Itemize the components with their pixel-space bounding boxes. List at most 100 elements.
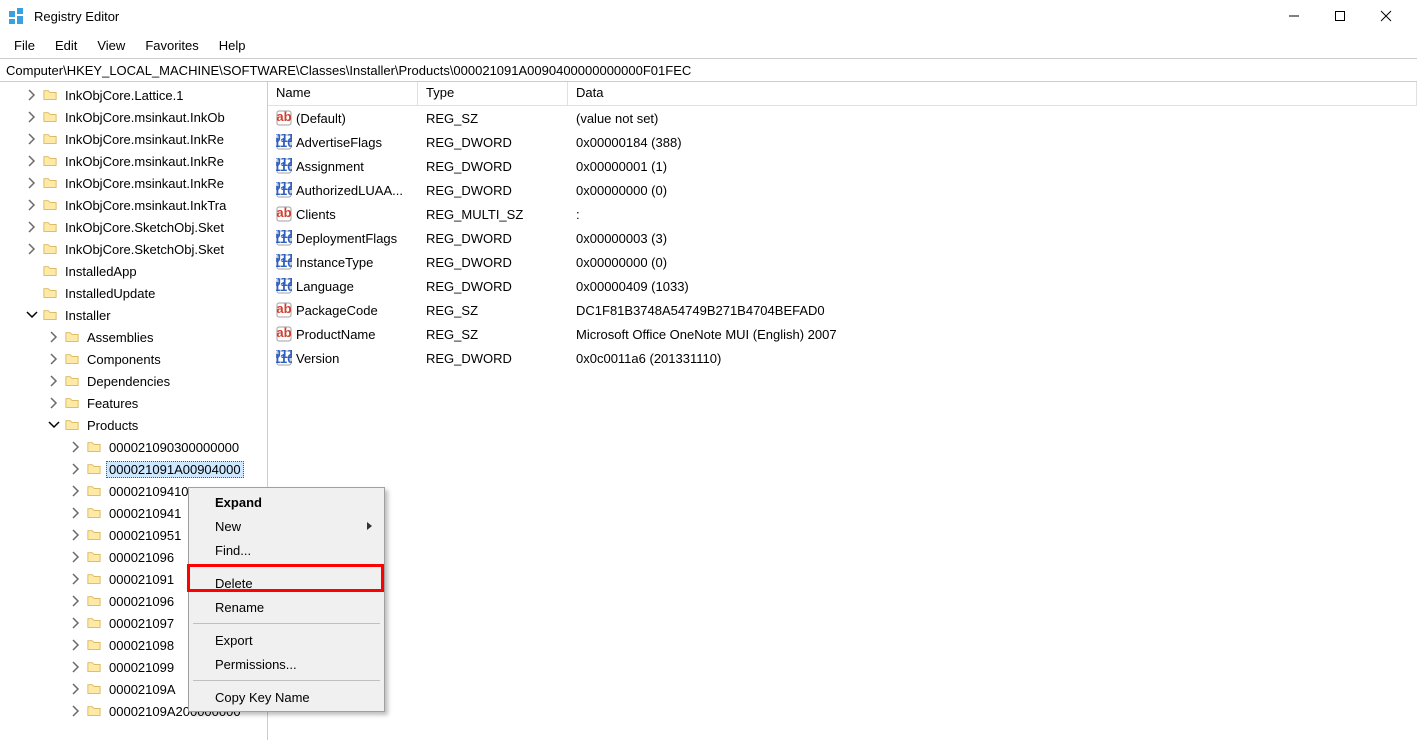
tree-row[interactable]: InkObjCore.msinkaut.InkRe <box>0 150 267 172</box>
chevron-right-icon[interactable] <box>68 637 84 653</box>
chevron-right-icon[interactable] <box>46 351 62 367</box>
context-menu-item[interactable]: Rename <box>191 595 382 619</box>
tree-label: 000021091 <box>106 571 177 588</box>
tree-row[interactable]: InkObjCore.msinkaut.InkOb <box>0 106 267 128</box>
folder-icon <box>42 286 58 300</box>
folder-icon <box>86 682 102 696</box>
chevron-right-icon[interactable] <box>46 395 62 411</box>
menu-help[interactable]: Help <box>209 34 256 57</box>
chevron-right-icon[interactable] <box>46 329 62 345</box>
tree-row[interactable]: Installer <box>0 304 267 326</box>
address-bar[interactable]: Computer\HKEY_LOCAL_MACHINE\SOFTWARE\Cla… <box>0 58 1417 82</box>
tree-row[interactable]: InkObjCore.Lattice.1 <box>0 84 267 106</box>
chevron-right-icon[interactable] <box>46 373 62 389</box>
tree-label: InkObjCore.msinkaut.InkRe <box>62 175 227 192</box>
chevron-down-icon[interactable] <box>24 307 40 323</box>
chevron-right-icon[interactable] <box>68 439 84 455</box>
list-row[interactable]: PackageCodeREG_SZDC1F81B3748A54749B271B4… <box>268 298 1417 322</box>
folder-icon <box>64 330 80 344</box>
minimize-button[interactable] <box>1271 1 1317 31</box>
cell-data: 0x00000000 (0) <box>568 255 1417 270</box>
chevron-right-icon[interactable] <box>68 593 84 609</box>
list-row[interactable]: (Default)REG_SZ(value not set) <box>268 106 1417 130</box>
context-menu-item[interactable]: Export <box>191 628 382 652</box>
tree-row[interactable]: InkObjCore.msinkaut.InkRe <box>0 128 267 150</box>
chevron-right-icon[interactable] <box>68 681 84 697</box>
menu-favorites[interactable]: Favorites <box>135 34 208 57</box>
folder-icon <box>86 550 102 564</box>
maximize-button[interactable] <box>1317 1 1363 31</box>
binary-value-icon <box>276 134 292 150</box>
folder-icon <box>86 440 102 454</box>
list-row[interactable]: DeploymentFlagsREG_DWORD0x00000003 (3) <box>268 226 1417 250</box>
list-row[interactable]: AuthorizedLUAA...REG_DWORD0x00000000 (0) <box>268 178 1417 202</box>
chevron-right-icon[interactable] <box>68 615 84 631</box>
close-button[interactable] <box>1363 1 1409 31</box>
cell-type: REG_DWORD <box>418 231 568 246</box>
tree-row[interactable]: 000021090300000000 <box>0 436 267 458</box>
col-header-type[interactable]: Type <box>418 82 568 105</box>
folder-icon <box>86 462 102 476</box>
list-row[interactable]: ClientsREG_MULTI_SZ: <box>268 202 1417 226</box>
context-menu-item[interactable]: Copy Key Name <box>191 685 382 709</box>
chevron-right-icon[interactable] <box>24 153 40 169</box>
cell-data: 0x00000409 (1033) <box>568 279 1417 294</box>
tree-row[interactable]: Dependencies <box>0 370 267 392</box>
tree-label: 000021091A00904000 <box>106 461 244 478</box>
menu-file[interactable]: File <box>4 34 45 57</box>
tree-row[interactable]: Products <box>0 414 267 436</box>
chevron-right-icon[interactable] <box>24 219 40 235</box>
chevron-right-icon[interactable] <box>68 483 84 499</box>
tree-row[interactable]: InkObjCore.SketchObj.Sket <box>0 216 267 238</box>
context-menu-item[interactable]: Find... <box>191 538 382 562</box>
list-row[interactable]: ProductNameREG_SZMicrosoft Office OneNot… <box>268 322 1417 346</box>
chevron-right-icon[interactable] <box>68 549 84 565</box>
context-menu-item[interactable]: Permissions... <box>191 652 382 676</box>
chevron-right-icon[interactable] <box>68 505 84 521</box>
list-row[interactable]: InstanceTypeREG_DWORD0x00000000 (0) <box>268 250 1417 274</box>
folder-icon <box>86 572 102 586</box>
chevron-right-icon[interactable] <box>24 241 40 257</box>
folder-icon <box>42 220 58 234</box>
list-row[interactable]: AdvertiseFlagsREG_DWORD0x00000184 (388) <box>268 130 1417 154</box>
context-menu-item[interactable]: New <box>191 514 382 538</box>
menu-edit[interactable]: Edit <box>45 34 87 57</box>
chevron-right-icon[interactable] <box>68 461 84 477</box>
chevron-right-icon[interactable] <box>68 659 84 675</box>
chevron-right-icon[interactable] <box>24 87 40 103</box>
tree-row[interactable]: Components <box>0 348 267 370</box>
context-menu-item[interactable]: Expand <box>191 490 382 514</box>
cell-data: 0x00000003 (3) <box>568 231 1417 246</box>
tree-row[interactable]: InstalledApp <box>0 260 267 282</box>
col-header-name[interactable]: Name <box>268 82 418 105</box>
list-row[interactable]: VersionREG_DWORD0x0c0011a6 (201331110) <box>268 346 1417 370</box>
tree-row[interactable]: Features <box>0 392 267 414</box>
tree-row[interactable]: InkObjCore.msinkaut.InkTra <box>0 194 267 216</box>
chevron-right-icon[interactable] <box>68 527 84 543</box>
tree-row[interactable]: InkObjCore.msinkaut.InkRe <box>0 172 267 194</box>
chevron-right-icon[interactable] <box>24 131 40 147</box>
menu-view[interactable]: View <box>87 34 135 57</box>
chevron-right-icon[interactable] <box>24 197 40 213</box>
cell-data: Microsoft Office OneNote MUI (English) 2… <box>568 327 1417 342</box>
tree-label: 000021099 <box>106 659 177 676</box>
tree-row[interactable]: InkObjCore.SketchObj.Sket <box>0 238 267 260</box>
folder-icon <box>42 264 58 278</box>
tree-hscroll[interactable] <box>0 722 267 740</box>
tree-row[interactable]: InstalledUpdate <box>0 282 267 304</box>
tree-row[interactable]: Assemblies <box>0 326 267 348</box>
col-header-data[interactable]: Data <box>568 82 1417 105</box>
chevron-right-icon[interactable] <box>68 703 84 719</box>
chevron-down-icon[interactable] <box>46 417 62 433</box>
list-row[interactable]: AssignmentREG_DWORD0x00000001 (1) <box>268 154 1417 178</box>
tree-label: InkObjCore.SketchObj.Sket <box>62 219 227 236</box>
tree-row[interactable]: 000021091A00904000 <box>0 458 267 480</box>
list-row[interactable]: LanguageREG_DWORD0x00000409 (1033) <box>268 274 1417 298</box>
chevron-right-icon[interactable] <box>24 175 40 191</box>
folder-icon <box>64 374 80 388</box>
tree-label: InkObjCore.msinkaut.InkRe <box>62 131 227 148</box>
binary-value-icon <box>276 230 292 246</box>
context-menu-item[interactable]: Delete <box>191 571 382 595</box>
chevron-right-icon[interactable] <box>24 109 40 125</box>
chevron-right-icon[interactable] <box>68 571 84 587</box>
